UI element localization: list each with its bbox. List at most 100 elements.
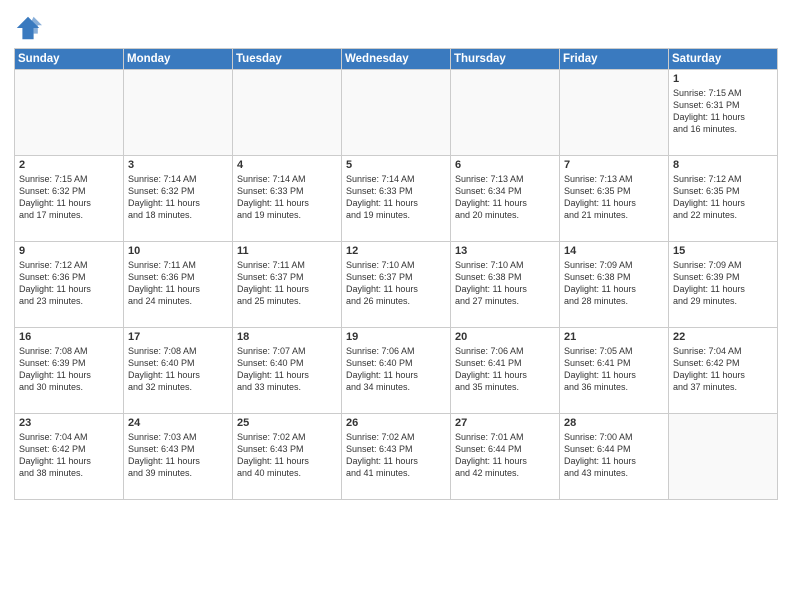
day-number: 15: [673, 245, 773, 257]
day-info: Sunrise: 7:15 AM Sunset: 6:31 PM Dayligh…: [673, 87, 773, 136]
day-number: 4: [237, 159, 337, 171]
header: [14, 10, 778, 42]
day-info: Sunrise: 7:06 AM Sunset: 6:40 PM Dayligh…: [346, 345, 446, 394]
day-cell: 7 Sunrise: 7:13 AM Sunset: 6:35 PM Daylig…: [560, 156, 669, 242]
day-cell: [669, 414, 778, 500]
day-number: 23: [19, 417, 119, 429]
day-number: 11: [237, 245, 337, 257]
day-number: 6: [455, 159, 555, 171]
week-row-1: 1 Sunrise: 7:15 AM Sunset: 6:31 PM Daylig…: [15, 70, 778, 156]
day-number: 8: [673, 159, 773, 171]
day-info: Sunrise: 7:09 AM Sunset: 6:38 PM Dayligh…: [564, 259, 664, 308]
day-number: 1: [673, 73, 773, 85]
day-cell: 26Sunrise: 7:02 AM Sunset: 6:43 PM Dayli…: [342, 414, 451, 500]
day-cell: 12 Sunrise: 7:10 AM Sunset: 6:37 PM Dayli…: [342, 242, 451, 328]
day-number: 2: [19, 159, 119, 171]
day-number: 16: [19, 331, 119, 343]
day-number: 27: [455, 417, 555, 429]
day-cell: 10 Sunrise: 7:11 AM Sunset: 6:36 PM Dayli…: [124, 242, 233, 328]
weekday-header-wednesday: Wednesday: [342, 49, 451, 70]
day-info: Sunrise: 7:00 AM Sunset: 6:44 PM Dayligh…: [564, 431, 664, 480]
day-number: 10: [128, 245, 228, 257]
day-cell: 25 Sunrise: 7:02 AM Sunset: 6:43 PM Dayli…: [233, 414, 342, 500]
day-info: Sunrise: 7:02 AM Sunset: 6:43 PM Dayligh…: [346, 431, 446, 480]
day-number: 19: [346, 331, 446, 343]
day-info: Sunrise: 7:09 AM Sunset: 6:39 PM Dayligh…: [673, 259, 773, 308]
day-cell: 23 Sunrise: 7:04 AM Sunset: 6:42 PM Dayli…: [15, 414, 124, 500]
day-number: 28: [564, 417, 664, 429]
day-number: 3: [128, 159, 228, 171]
day-cell: 19 Sunrise: 7:06 AM Sunset: 6:40 PM Dayli…: [342, 328, 451, 414]
day-cell: 15 Sunrise: 7:09 AM Sunset: 6:39 PM Dayli…: [669, 242, 778, 328]
day-info: Sunrise: 7:03 AM Sunset: 6:43 PM Dayligh…: [128, 431, 228, 480]
day-cell: [124, 70, 233, 156]
day-info: Sunrise: 7:10 AM Sunset: 6:38 PM Dayligh…: [455, 259, 555, 308]
day-info: Sunrise: 7:14 AM Sunset: 6:32 PM Dayligh…: [128, 173, 228, 222]
day-cell: 21 Sunrise: 7:05 AM Sunset: 6:41 PM Dayli…: [560, 328, 669, 414]
day-info: Sunrise: 7:07 AM Sunset: 6:40 PM Dayligh…: [237, 345, 337, 394]
day-info: Sunrise: 7:13 AM Sunset: 6:34 PM Dayligh…: [455, 173, 555, 222]
day-cell: 20 Sunrise: 7:06 AM Sunset: 6:41 PM Dayli…: [451, 328, 560, 414]
day-info: Sunrise: 7:01 AM Sunset: 6:44 PM Dayligh…: [455, 431, 555, 480]
day-info: Sunrise: 7:12 AM Sunset: 6:36 PM Dayligh…: [19, 259, 119, 308]
day-info: Sunrise: 7:15 AM Sunset: 6:32 PM Dayligh…: [19, 173, 119, 222]
weekday-header-tuesday: Tuesday: [233, 49, 342, 70]
day-number: 21: [564, 331, 664, 343]
day-cell: 11Sunrise: 7:11 AM Sunset: 6:37 PM Dayli…: [233, 242, 342, 328]
week-row-5: 23 Sunrise: 7:04 AM Sunset: 6:42 PM Dayli…: [15, 414, 778, 500]
day-cell: 17 Sunrise: 7:08 AM Sunset: 6:40 PM Dayli…: [124, 328, 233, 414]
day-number: 12: [346, 245, 446, 257]
day-number: 14: [564, 245, 664, 257]
day-cell: 5Sunrise: 7:14 AM Sunset: 6:33 PM Daylig…: [342, 156, 451, 242]
day-number: 9: [19, 245, 119, 257]
day-cell: 22Sunrise: 7:04 AM Sunset: 6:42 PM Dayli…: [669, 328, 778, 414]
day-cell: [451, 70, 560, 156]
day-info: Sunrise: 7:13 AM Sunset: 6:35 PM Dayligh…: [564, 173, 664, 222]
day-number: 20: [455, 331, 555, 343]
logo: [14, 14, 46, 42]
week-row-2: 2 Sunrise: 7:15 AM Sunset: 6:32 PM Daylig…: [15, 156, 778, 242]
day-number: 25: [237, 417, 337, 429]
week-row-3: 9 Sunrise: 7:12 AM Sunset: 6:36 PM Daylig…: [15, 242, 778, 328]
weekday-header-thursday: Thursday: [451, 49, 560, 70]
day-number: 13: [455, 245, 555, 257]
day-cell: 24 Sunrise: 7:03 AM Sunset: 6:43 PM Dayli…: [124, 414, 233, 500]
day-number: 17: [128, 331, 228, 343]
weekday-header-row: SundayMondayTuesdayWednesdayThursdayFrid…: [15, 49, 778, 70]
day-info: Sunrise: 7:14 AM Sunset: 6:33 PM Dayligh…: [346, 173, 446, 222]
day-info: Sunrise: 7:02 AM Sunset: 6:43 PM Dayligh…: [237, 431, 337, 480]
page-container: SundayMondayTuesdayWednesdayThursdayFrid…: [0, 0, 792, 612]
day-cell: [15, 70, 124, 156]
day-cell: 27 Sunrise: 7:01 AM Sunset: 6:44 PM Dayli…: [451, 414, 560, 500]
day-info: Sunrise: 7:10 AM Sunset: 6:37 PM Dayligh…: [346, 259, 446, 308]
weekday-header-friday: Friday: [560, 49, 669, 70]
day-cell: 28 Sunrise: 7:00 AM Sunset: 6:44 PM Dayli…: [560, 414, 669, 500]
day-info: Sunrise: 7:11 AM Sunset: 6:36 PM Dayligh…: [128, 259, 228, 308]
calendar-body: 1 Sunrise: 7:15 AM Sunset: 6:31 PM Daylig…: [15, 70, 778, 500]
day-cell: 6 Sunrise: 7:13 AM Sunset: 6:34 PM Daylig…: [451, 156, 560, 242]
day-info: Sunrise: 7:05 AM Sunset: 6:41 PM Dayligh…: [564, 345, 664, 394]
day-cell: 14 Sunrise: 7:09 AM Sunset: 6:38 PM Dayli…: [560, 242, 669, 328]
week-row-4: 16 Sunrise: 7:08 AM Sunset: 6:39 PM Dayli…: [15, 328, 778, 414]
day-cell: 1 Sunrise: 7:15 AM Sunset: 6:31 PM Daylig…: [669, 70, 778, 156]
day-cell: 4 Sunrise: 7:14 AM Sunset: 6:33 PM Daylig…: [233, 156, 342, 242]
day-cell: [342, 70, 451, 156]
day-info: Sunrise: 7:08 AM Sunset: 6:40 PM Dayligh…: [128, 345, 228, 394]
day-info: Sunrise: 7:14 AM Sunset: 6:33 PM Dayligh…: [237, 173, 337, 222]
day-cell: 8 Sunrise: 7:12 AM Sunset: 6:35 PM Daylig…: [669, 156, 778, 242]
day-number: 18: [237, 331, 337, 343]
day-info: Sunrise: 7:04 AM Sunset: 6:42 PM Dayligh…: [19, 431, 119, 480]
logo-icon: [14, 14, 42, 42]
day-number: 7: [564, 159, 664, 171]
day-cell: [233, 70, 342, 156]
day-cell: 2 Sunrise: 7:15 AM Sunset: 6:32 PM Daylig…: [15, 156, 124, 242]
day-info: Sunrise: 7:08 AM Sunset: 6:39 PM Dayligh…: [19, 345, 119, 394]
day-info: Sunrise: 7:06 AM Sunset: 6:41 PM Dayligh…: [455, 345, 555, 394]
day-cell: [560, 70, 669, 156]
day-info: Sunrise: 7:12 AM Sunset: 6:35 PM Dayligh…: [673, 173, 773, 222]
day-cell: 13 Sunrise: 7:10 AM Sunset: 6:38 PM Dayli…: [451, 242, 560, 328]
day-number: 24: [128, 417, 228, 429]
day-cell: 18 Sunrise: 7:07 AM Sunset: 6:40 PM Dayli…: [233, 328, 342, 414]
day-cell: 3 Sunrise: 7:14 AM Sunset: 6:32 PM Daylig…: [124, 156, 233, 242]
weekday-header-sunday: Sunday: [15, 49, 124, 70]
